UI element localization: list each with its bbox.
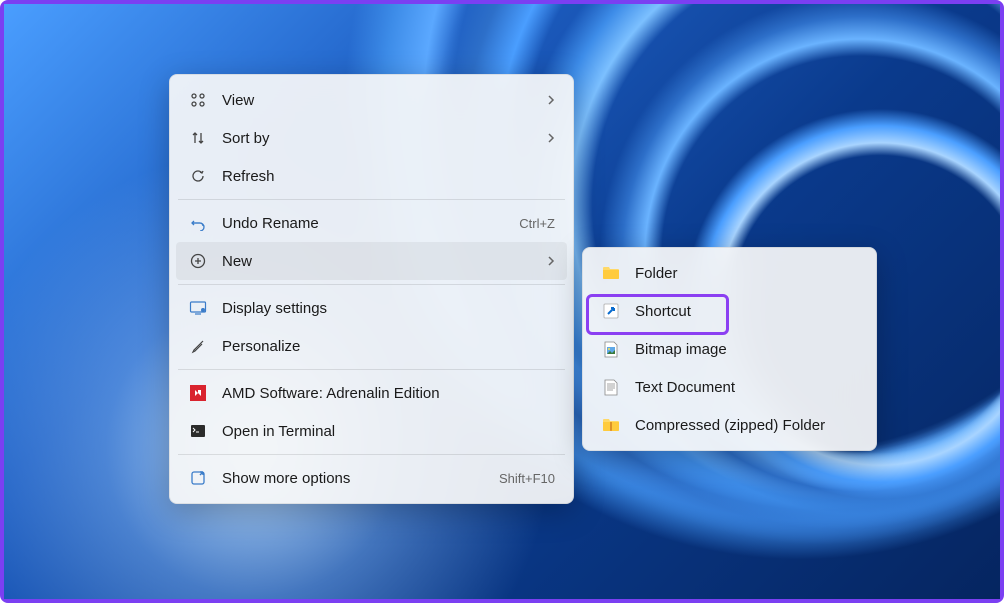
menu-label: Text Document	[635, 379, 858, 396]
menu-label: Show more options	[222, 470, 499, 487]
menu-item-personalize[interactable]: Personalize	[176, 327, 567, 365]
menu-item-undo-rename[interactable]: Undo Rename Ctrl+Z	[176, 204, 567, 242]
menu-item-show-more-options[interactable]: Show more options Shift+F10	[176, 459, 567, 497]
menu-accelerator: Shift+F10	[499, 471, 555, 486]
chevron-right-icon	[547, 255, 555, 267]
zip-folder-icon	[601, 415, 621, 435]
bitmap-icon	[601, 339, 621, 359]
menu-separator	[178, 284, 565, 285]
menu-item-refresh[interactable]: Refresh	[176, 157, 567, 195]
brush-icon	[188, 336, 208, 356]
submenu-item-folder[interactable]: Folder	[589, 254, 870, 292]
menu-label: Shortcut	[635, 303, 858, 320]
menu-label: Compressed (zipped) Folder	[635, 417, 858, 434]
refresh-icon	[188, 166, 208, 186]
menu-label: Bitmap image	[635, 341, 858, 358]
menu-label: Display settings	[222, 300, 555, 317]
menu-label: Personalize	[222, 338, 555, 355]
new-submenu: Folder Shortcut Bitmap image Text Docume…	[582, 247, 877, 451]
menu-item-display-settings[interactable]: Display settings	[176, 289, 567, 327]
menu-separator	[178, 369, 565, 370]
submenu-item-compressed-folder[interactable]: Compressed (zipped) Folder	[589, 406, 870, 444]
chevron-right-icon	[547, 132, 555, 144]
shortcut-icon	[601, 301, 621, 321]
menu-accelerator: Ctrl+Z	[519, 216, 555, 231]
display-icon	[188, 298, 208, 318]
terminal-icon	[188, 421, 208, 441]
menu-label: Open in Terminal	[222, 423, 555, 440]
desktop-context-menu: View Sort by Refresh Undo Rename Ctrl+Z …	[169, 74, 574, 504]
text-doc-icon	[601, 377, 621, 397]
menu-separator	[178, 454, 565, 455]
sort-icon	[188, 128, 208, 148]
menu-item-view[interactable]: View	[176, 81, 567, 119]
chevron-right-icon	[547, 94, 555, 106]
menu-label: View	[222, 92, 539, 109]
menu-item-open-terminal[interactable]: Open in Terminal	[176, 412, 567, 450]
menu-label: New	[222, 253, 539, 270]
submenu-item-text-document[interactable]: Text Document	[589, 368, 870, 406]
folder-icon	[601, 263, 621, 283]
submenu-item-shortcut[interactable]: Shortcut	[589, 292, 870, 330]
undo-icon	[188, 213, 208, 233]
grid-icon	[188, 90, 208, 110]
menu-separator	[178, 199, 565, 200]
more-options-icon	[188, 468, 208, 488]
submenu-item-bitmap[interactable]: Bitmap image	[589, 330, 870, 368]
menu-item-sort-by[interactable]: Sort by	[176, 119, 567, 157]
menu-label: Refresh	[222, 168, 555, 185]
menu-label: Undo Rename	[222, 215, 519, 232]
menu-label: Sort by	[222, 130, 539, 147]
menu-label: AMD Software: Adrenalin Edition	[222, 385, 555, 402]
menu-label: Folder	[635, 265, 858, 282]
plus-circle-icon	[188, 251, 208, 271]
menu-item-new[interactable]: New	[176, 242, 567, 280]
menu-item-amd-software[interactable]: AMD Software: Adrenalin Edition	[176, 374, 567, 412]
amd-icon	[188, 383, 208, 403]
